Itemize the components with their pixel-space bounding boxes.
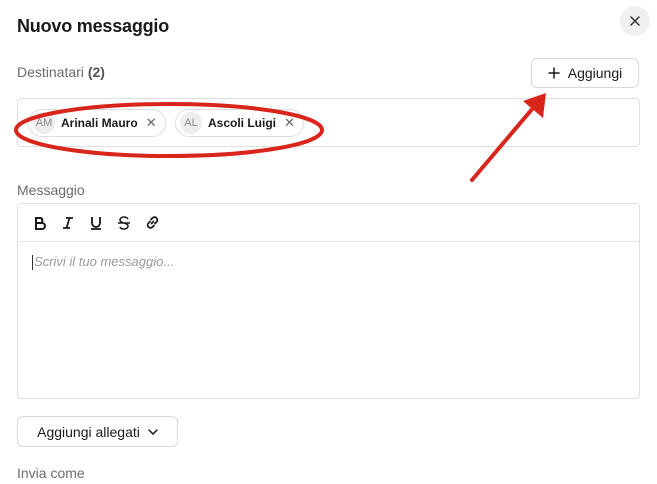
add-attachments-label: Aggiungi allegati <box>37 423 140 440</box>
underline-button[interactable] <box>84 211 108 235</box>
message-label: Messaggio <box>17 182 85 198</box>
strikethrough-icon <box>118 215 130 230</box>
avatar: AL <box>180 112 202 134</box>
add-recipient-button[interactable]: Aggiungi <box>531 58 639 88</box>
message-editor: Scrivi il tuo messaggio... <box>17 203 640 399</box>
recipients-field[interactable]: AM Arinali Mauro ✕ AL Ascoli Luigi ✕ <box>17 98 640 147</box>
bold-button[interactable] <box>28 211 52 235</box>
bold-icon <box>35 216 46 230</box>
dialog-title: Nuovo messaggio <box>17 16 170 36</box>
recipient-chip[interactable]: AM Arinali Mauro ✕ <box>28 109 166 137</box>
recipient-name: Arinali Mauro <box>61 116 138 130</box>
italic-icon <box>63 216 73 229</box>
avatar: AM <box>33 112 55 134</box>
italic-button[interactable] <box>56 211 80 235</box>
add-recipient-label: Aggiungi <box>567 65 623 81</box>
recipients-label-text: Destinatari <box>17 64 84 80</box>
recipients-label: Destinatari (2) <box>17 64 105 80</box>
remove-recipient-icon[interactable]: ✕ <box>282 115 297 131</box>
link-icon <box>146 216 158 229</box>
close-button[interactable] <box>620 6 650 36</box>
underline-icon <box>91 216 101 230</box>
close-icon <box>630 16 640 26</box>
remove-recipient-icon[interactable]: ✕ <box>144 115 159 131</box>
strikethrough-button[interactable] <box>112 211 136 235</box>
message-textarea[interactable]: Scrivi il tuo messaggio... <box>18 242 639 282</box>
message-placeholder: Scrivi il tuo messaggio... <box>34 254 175 269</box>
recipient-chip[interactable]: AL Ascoli Luigi ✕ <box>175 109 304 137</box>
plus-icon <box>548 67 560 79</box>
link-button[interactable] <box>140 211 164 235</box>
recipient-name: Ascoli Luigi <box>208 116 277 130</box>
recipients-count: (2) <box>87 64 105 80</box>
send-as-label: Invia come <box>17 465 85 481</box>
editor-toolbar <box>18 204 639 242</box>
chevron-down-icon <box>148 428 158 435</box>
add-attachments-button[interactable]: Aggiungi allegati <box>17 416 178 447</box>
text-caret <box>32 255 33 271</box>
